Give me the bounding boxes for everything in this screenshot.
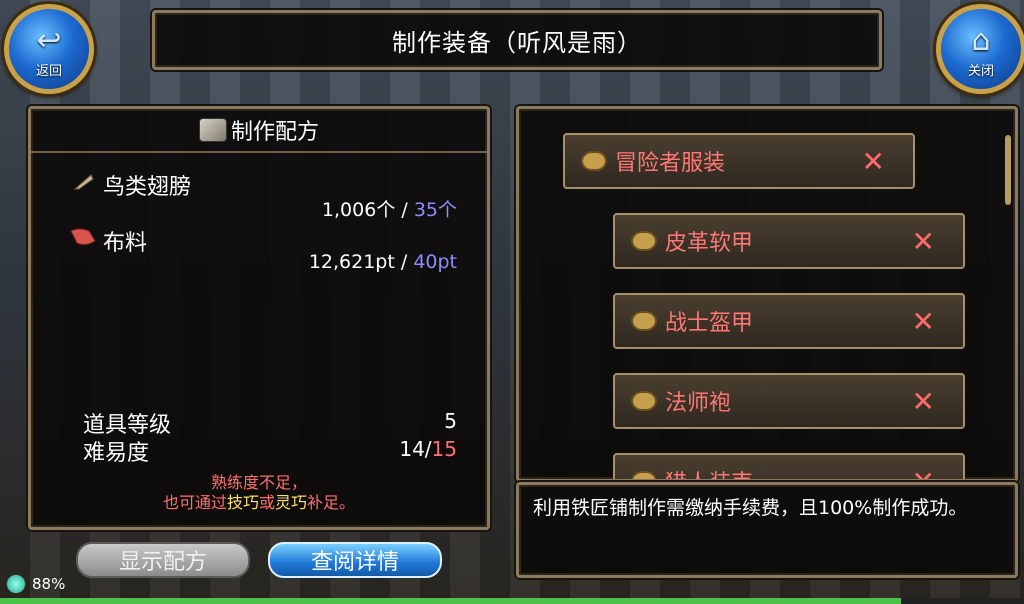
close-button[interactable]: ⌂ 关闭 bbox=[936, 4, 1024, 94]
close-icon[interactable]: ✕ bbox=[912, 465, 935, 480]
warning-skill-1: 技巧 bbox=[226, 493, 259, 512]
view-details-button[interactable]: 查阅详情 bbox=[268, 542, 442, 578]
show-recipe-button[interactable]: 显示配方 bbox=[76, 542, 250, 578]
scrollbar[interactable] bbox=[1005, 135, 1011, 205]
category-item[interactable]: 冒险者服装 ✕ bbox=[563, 133, 915, 189]
scroll-icon bbox=[581, 151, 607, 171]
difficulty-separator: / bbox=[424, 437, 432, 461]
difficulty-label: 难易度 bbox=[83, 441, 150, 466]
scroll-icon bbox=[631, 391, 657, 411]
recipe-header-label: 制作配方 bbox=[230, 120, 319, 145]
home-icon: ⌂ bbox=[971, 23, 991, 58]
material-need: 35个 bbox=[413, 199, 457, 221]
material-separator: / bbox=[395, 199, 414, 221]
back-arrow-icon: ↩ bbox=[36, 23, 62, 58]
recipe-book-icon bbox=[198, 118, 227, 142]
network-icon bbox=[6, 574, 26, 594]
status-percent: 88% bbox=[32, 575, 66, 593]
category-label: 战士盔甲 bbox=[665, 311, 754, 336]
back-button-label: 返回 bbox=[35, 64, 62, 79]
close-icon[interactable]: ✕ bbox=[862, 145, 885, 178]
category-list-panel: 冒险者服装 ✕ 皮革软甲 ✕ 战士盔甲 ✕ 法师袍 ✕ 猎人装束 ✕ bbox=[516, 106, 1018, 482]
recipe-panel: 制作配方 鸟类翅膀 1,006个 / 35个 布料 12,621pt / 40p… bbox=[28, 106, 490, 530]
title-bar: 制作装备（听风是雨） bbox=[152, 10, 882, 70]
material-separator: / bbox=[394, 251, 414, 273]
category-label: 猎人装束 bbox=[665, 465, 912, 479]
progress-fill bbox=[0, 598, 902, 604]
warning-suffix: 补足。 bbox=[307, 493, 356, 512]
info-panel: 利用铁匠铺制作需缴纳手续费，且100%制作成功。 bbox=[516, 482, 1018, 578]
category-label: 冒险者服装 bbox=[615, 151, 726, 176]
warning-or: 或 bbox=[258, 493, 275, 512]
item-level-value: 5 bbox=[444, 409, 457, 433]
progress-bar bbox=[0, 598, 1024, 604]
material-need: 40pt bbox=[413, 251, 457, 273]
material-name: 布料 bbox=[103, 231, 148, 256]
material-quantity: 12,621pt / 40pt bbox=[309, 251, 457, 273]
category-item[interactable]: 战士盔甲 ✕ bbox=[613, 293, 965, 349]
page-title: 制作装备（听风是雨） bbox=[392, 28, 642, 57]
feather-icon bbox=[73, 174, 94, 190]
difficulty-value: 14/15 bbox=[399, 437, 457, 461]
scroll-icon bbox=[631, 311, 657, 331]
difficulty-need: 15 bbox=[431, 437, 457, 461]
close-icon[interactable]: ✕ bbox=[912, 225, 935, 258]
warning-prefix: 也可通过 bbox=[162, 493, 227, 512]
material-have: 1,006个 bbox=[321, 199, 396, 221]
close-icon[interactable]: ✕ bbox=[912, 385, 935, 418]
category-label: 皮革软甲 bbox=[665, 231, 754, 256]
back-button[interactable]: ↩ 返回 bbox=[4, 4, 94, 94]
scroll-icon bbox=[631, 471, 657, 479]
close-button-label: 关闭 bbox=[967, 64, 994, 79]
category-item[interactable]: 猎人装束 ✕ bbox=[613, 453, 965, 480]
cloth-icon bbox=[70, 228, 96, 246]
category-item[interactable]: 皮革软甲 ✕ bbox=[613, 213, 965, 269]
info-text: 利用铁匠铺制作需缴纳手续费，且100%制作成功。 bbox=[533, 497, 968, 519]
warning-skill-2: 灵巧 bbox=[275, 493, 308, 512]
material-have: 12,621pt bbox=[308, 251, 395, 273]
difficulty-have: 14 bbox=[399, 437, 425, 461]
material-quantity: 1,006个 / 35个 bbox=[322, 195, 457, 222]
warning-line-2: 也可通过技巧或灵巧补足。 bbox=[31, 489, 487, 513]
category-item[interactable]: 法师袍 ✕ bbox=[613, 373, 965, 429]
scroll-icon bbox=[631, 231, 657, 251]
recipe-header: 制作配方 bbox=[31, 109, 487, 153]
status-bar: 88% bbox=[6, 572, 65, 596]
material-name: 鸟类翅膀 bbox=[103, 175, 192, 200]
close-icon[interactable]: ✕ bbox=[912, 305, 935, 338]
category-label: 法师袍 bbox=[665, 391, 732, 416]
